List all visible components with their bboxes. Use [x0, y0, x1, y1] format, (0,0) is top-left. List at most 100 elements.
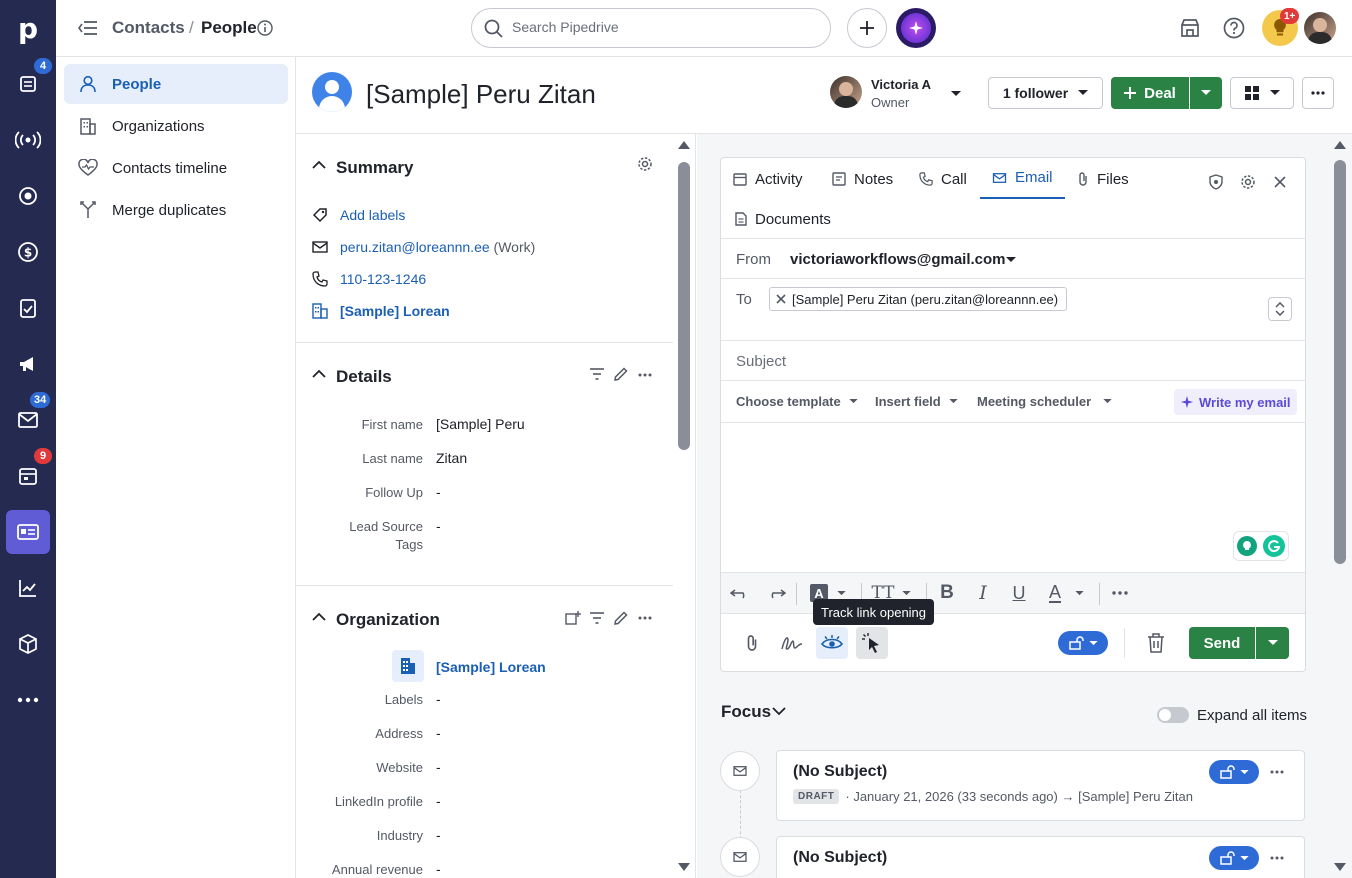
sidebar-item-merge-duplicates[interactable]: Merge duplicates	[64, 190, 288, 230]
visibility-lock-dropdown[interactable]	[1058, 631, 1108, 655]
layout-switch-button[interactable]	[1230, 77, 1294, 109]
edit-pencil-icon[interactable]	[614, 367, 628, 381]
first-name-value[interactable]: [Sample] Peru	[436, 416, 525, 432]
search-input[interactable]	[512, 19, 812, 35]
target-icon[interactable]	[0, 172, 56, 220]
email-body-editor[interactable]	[721, 422, 1305, 572]
last-name-value[interactable]: Zitan	[436, 450, 467, 466]
more-apps-icon[interactable]	[0, 676, 56, 724]
card-subject[interactable]: (No Subject)	[793, 763, 887, 781]
email-link[interactable]: peru.zitan@loreannn.ee	[340, 239, 490, 255]
user-avatar[interactable]	[1304, 12, 1336, 44]
recipient-chip[interactable]: [Sample] Peru Zitan (peru.zitan@loreannn…	[769, 287, 1068, 311]
chevron-up-icon[interactable]	[312, 612, 326, 622]
filter-icon[interactable]	[590, 368, 604, 380]
add-organization-icon[interactable]	[565, 611, 581, 625]
subject-row[interactable]: Subject	[721, 340, 1305, 380]
phone-link[interactable]: 110-123-1246	[340, 271, 426, 287]
more-formatting-icon[interactable]	[1106, 579, 1134, 607]
from-address-select[interactable]: victoriaworkflows@gmail.com	[790, 251, 1006, 268]
calendar-icon[interactable]: 9	[0, 448, 56, 500]
scroll-up-icon[interactable]	[677, 140, 691, 150]
scroll-down-icon[interactable]	[677, 862, 691, 872]
focus-title[interactable]: Focus	[721, 702, 771, 722]
sidebar-item-organizations[interactable]: Organizations	[64, 106, 288, 146]
leads-icon[interactable]: 4	[0, 58, 56, 108]
tab-files[interactable]: Files	[1077, 158, 1129, 200]
more-options-button[interactable]	[1302, 77, 1334, 109]
quick-add-button[interactable]	[847, 8, 887, 48]
italic-icon[interactable]: I	[969, 579, 997, 607]
collapse-menu-icon[interactable]	[78, 20, 98, 36]
org-labels-value[interactable]: -	[436, 691, 441, 707]
organization-name-link[interactable]: [Sample] Lorean	[436, 659, 546, 675]
tab-notes[interactable]: Notes	[832, 158, 893, 200]
search-box[interactable]	[471, 8, 831, 48]
deal-options-button[interactable]	[1190, 77, 1222, 109]
tab-documents[interactable]: Documents	[735, 198, 831, 240]
choose-template-dropdown[interactable]: Choose template	[736, 381, 858, 421]
expand-all-toggle[interactable]	[1157, 707, 1189, 723]
org-address-value[interactable]: -	[436, 725, 441, 741]
redo-icon[interactable]	[762, 579, 790, 607]
send-button[interactable]: Send	[1189, 627, 1255, 659]
subject-input[interactable]: Subject	[736, 353, 786, 370]
send-options-button[interactable]	[1256, 627, 1289, 659]
track-email-opening-eye-icon[interactable]	[816, 627, 848, 659]
write-my-email-button[interactable]: Write my email	[1174, 389, 1297, 415]
help-icon[interactable]	[1223, 17, 1245, 39]
breadcrumb-contacts[interactable]: Contacts	[112, 18, 185, 38]
insights-chart-icon[interactable]	[0, 564, 56, 612]
products-box-icon[interactable]	[0, 620, 56, 668]
privacy-icon[interactable]	[1208, 174, 1224, 190]
scroll-up-icon[interactable]	[1333, 140, 1347, 150]
add-deal-button[interactable]: Deal	[1111, 77, 1189, 109]
meeting-scheduler-dropdown[interactable]: Meeting scheduler	[977, 381, 1112, 421]
sidebar-item-contacts-timeline[interactable]: Contacts timeline	[64, 148, 288, 188]
add-labels-link[interactable]: Add labels	[340, 207, 405, 223]
card-visibility-dropdown[interactable]	[1209, 760, 1259, 784]
projects-clipboard-icon[interactable]	[0, 284, 56, 332]
card-subject[interactable]: (No Subject)	[793, 849, 887, 867]
org-website-value[interactable]: -	[436, 759, 441, 775]
campaigns-megaphone-icon[interactable]	[0, 340, 56, 388]
underline-icon[interactable]: U	[1005, 579, 1033, 607]
filter-icon[interactable]	[590, 612, 604, 624]
insert-field-dropdown[interactable]: Insert field	[875, 381, 958, 421]
summary-organization-link[interactable]: [Sample] Lorean	[340, 303, 450, 319]
details-scrollbar-thumb[interactable]	[678, 162, 690, 450]
tab-email[interactable]: Email	[980, 158, 1065, 199]
edit-pencil-icon[interactable]	[614, 611, 628, 625]
more-dots-icon[interactable]	[638, 373, 652, 377]
person-name-title[interactable]: [Sample] Peru Zitan	[366, 79, 596, 110]
undo-icon[interactable]	[726, 579, 754, 607]
tab-activity[interactable]: Activity	[733, 158, 803, 200]
radar-icon[interactable]	[0, 116, 56, 164]
org-annual-revenue-value[interactable]: -	[436, 861, 441, 877]
summary-settings-gear-icon[interactable]	[637, 156, 653, 172]
track-link-cursor-icon[interactable]	[856, 627, 888, 659]
more-dots-icon[interactable]	[638, 616, 652, 620]
grammarly-widget[interactable]	[1233, 531, 1289, 561]
chevron-up-icon[interactable]	[312, 160, 326, 170]
composer-settings-gear-icon[interactable]	[1240, 174, 1256, 190]
chevron-up-icon[interactable]	[312, 369, 326, 379]
delete-trash-icon[interactable]	[1142, 629, 1170, 657]
followers-button[interactable]: 1 follower	[988, 77, 1103, 109]
tab-call[interactable]: Call	[919, 158, 967, 200]
close-icon[interactable]	[1274, 176, 1286, 188]
card-visibility-dropdown[interactable]	[1209, 846, 1259, 870]
deals-dollar-icon[interactable]: $	[0, 228, 56, 276]
sidebar-item-people[interactable]: People	[64, 64, 288, 104]
attach-paperclip-icon[interactable]	[738, 629, 766, 657]
ai-assistant-button[interactable]	[896, 8, 936, 48]
follow-up-value[interactable]: -	[436, 484, 441, 500]
email-draft-card[interactable]: (No Subject)	[776, 836, 1305, 878]
scroll-down-icon[interactable]	[1333, 862, 1347, 872]
font-color-icon[interactable]: A	[1041, 579, 1069, 607]
info-icon[interactable]	[257, 20, 273, 36]
lead-source-tags-value[interactable]: -	[436, 518, 441, 534]
activity-scrollbar-thumb[interactable]	[1334, 160, 1346, 564]
pipedrive-logo[interactable]: p	[0, 0, 56, 56]
owner-name[interactable]: Victoria A	[871, 77, 931, 92]
